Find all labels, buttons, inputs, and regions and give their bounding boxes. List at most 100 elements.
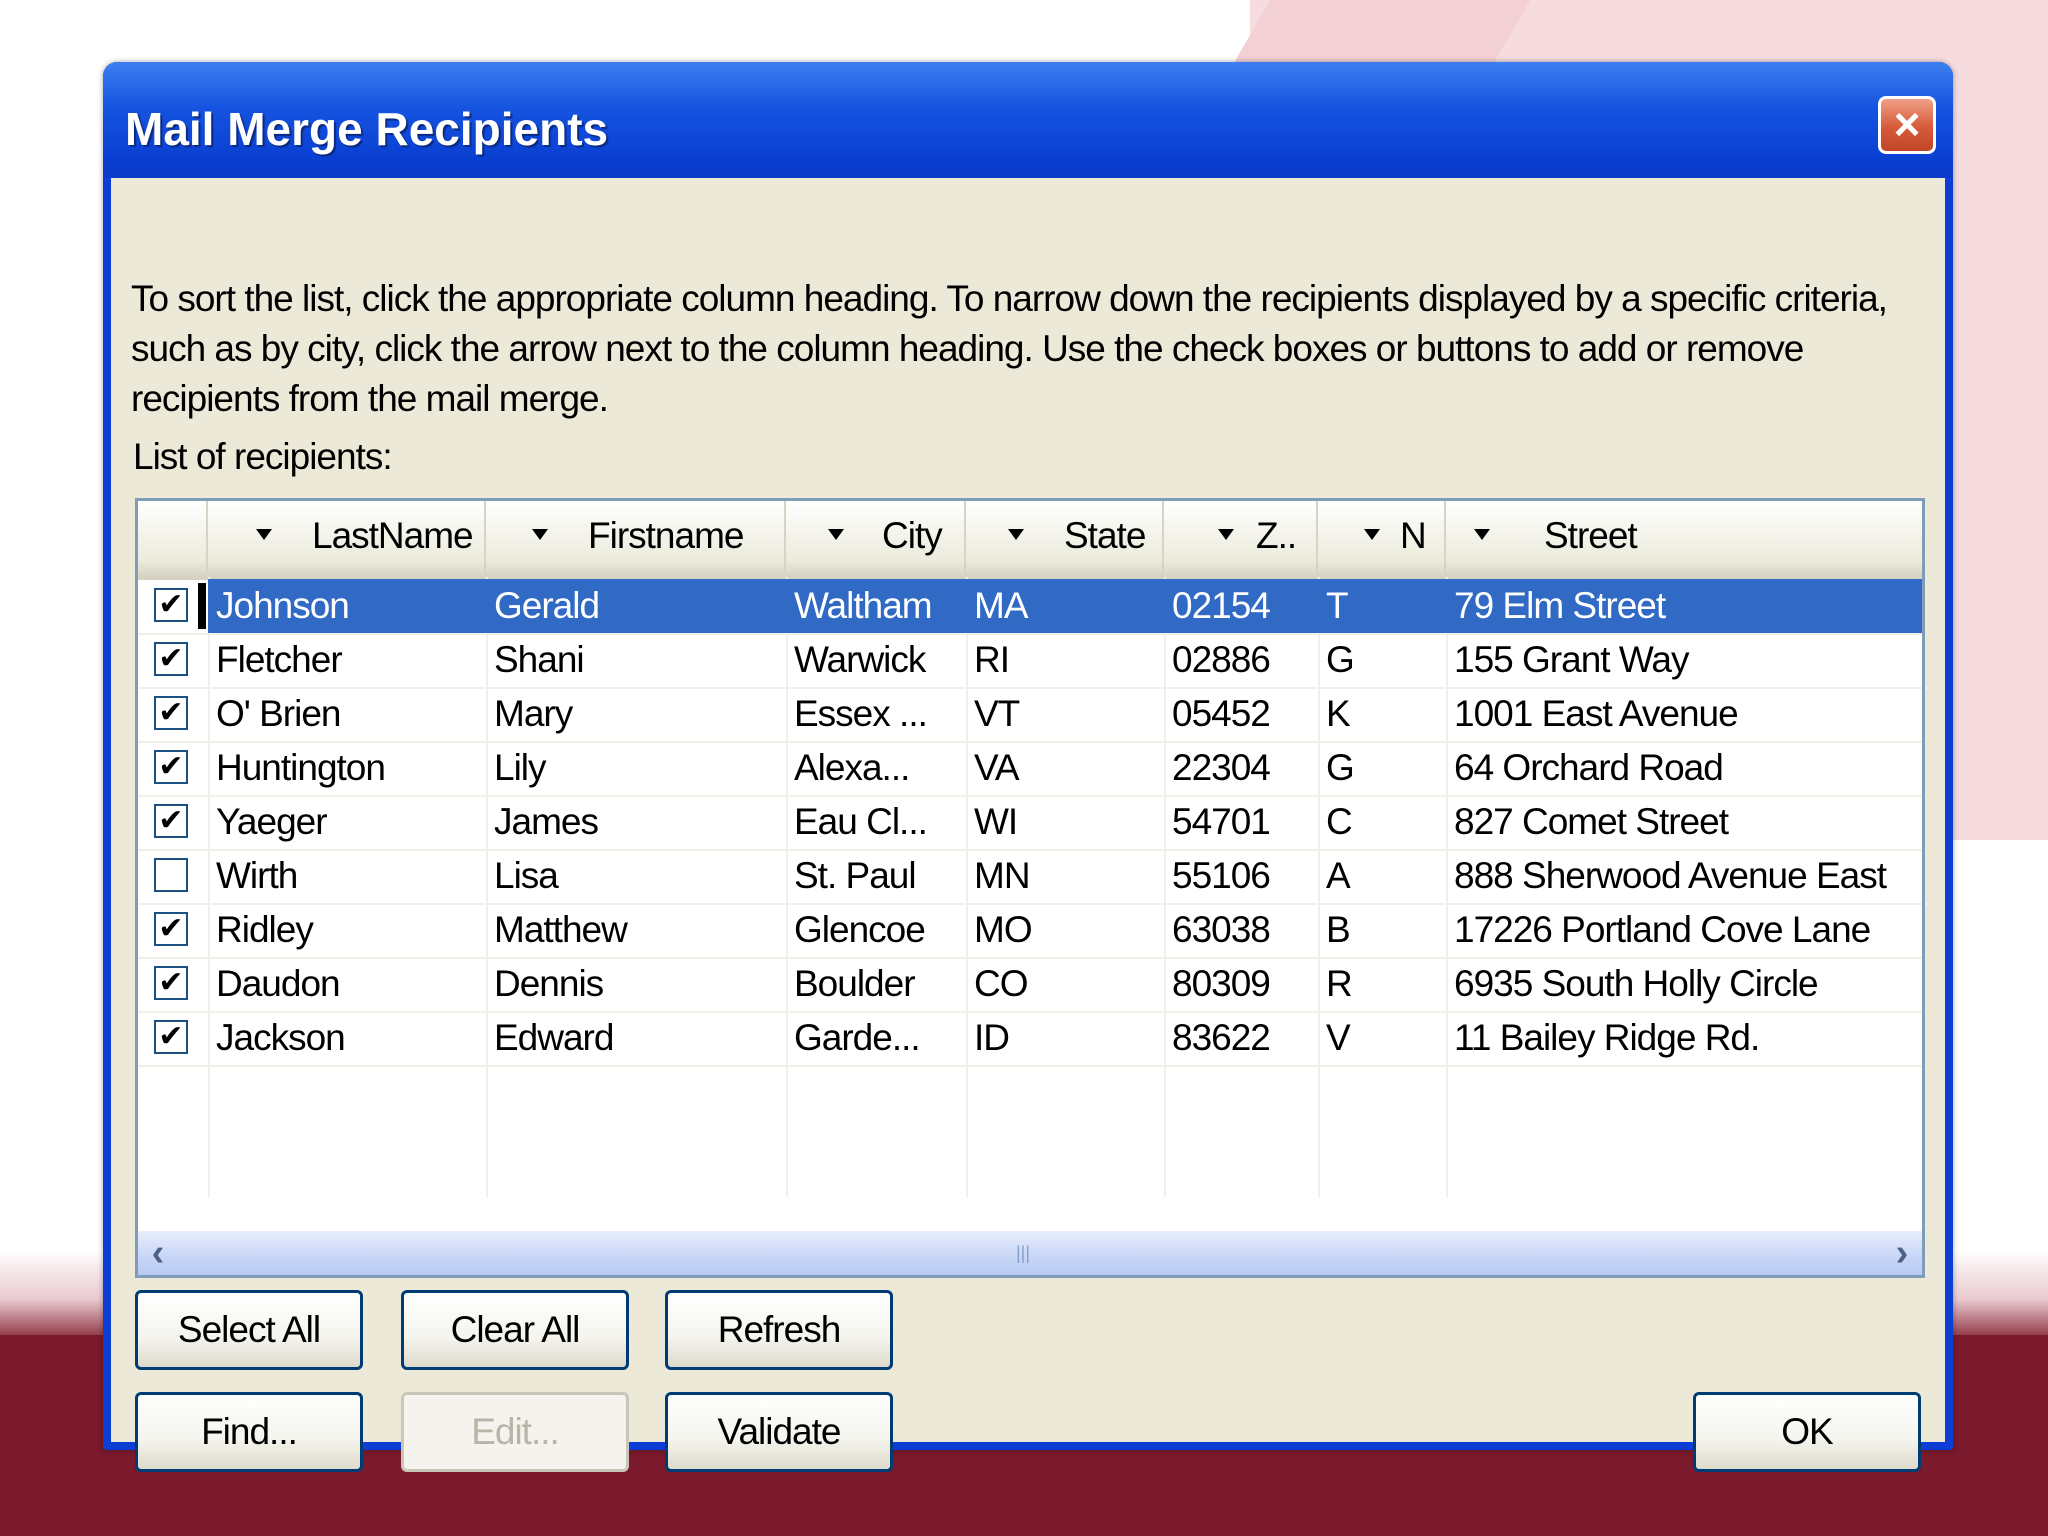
row-cells: O' Brien Mary Essex ... VT 05452 K 1001 East A… xyxy=(208,687,1922,741)
row-cells: Jackson Edward Garde... ID 83622 V 11 Bailey R… xyxy=(208,1011,1922,1065)
recipient-checkbox[interactable] xyxy=(154,858,188,892)
row-cells: Wirth Lisa St. Paul MN 55106 A 888 Sherwood Av… xyxy=(208,849,1922,903)
header-zip[interactable]: Z.. xyxy=(1164,501,1318,577)
slide-decoration-stripe xyxy=(1229,0,1531,70)
cell-lastname: Fletcher xyxy=(216,639,343,680)
cell-firstname: Gerald xyxy=(494,585,600,626)
cell-city: Alexa... xyxy=(794,747,910,788)
filter-arrow-icon[interactable] xyxy=(256,529,272,540)
find-button[interactable]: Find... xyxy=(135,1392,363,1472)
recipient-row[interactable]: ✔ Ridley Matthew Glencoe MO 63038 B 17226 Portl… xyxy=(138,903,1922,959)
filter-arrow-icon[interactable] xyxy=(1008,529,1024,540)
focus-indicator xyxy=(198,583,206,629)
recipient-checkbox[interactable]: ✔ xyxy=(154,966,188,1000)
cell-state: MO xyxy=(974,909,1033,950)
cell-state: VT xyxy=(974,693,1020,734)
cell-firstname: Shani xyxy=(494,639,585,680)
recipient-row[interactable]: ✔ Yaeger James Eau Cl... WI 54701 C 827 Comet S… xyxy=(138,795,1922,851)
recipient-checkbox[interactable]: ✔ xyxy=(154,912,188,946)
scroll-right-icon[interactable]: › xyxy=(1882,1231,1922,1275)
recipient-checkbox[interactable]: ✔ xyxy=(154,588,188,622)
instructions-line-1: To sort the list, click the appropriate … xyxy=(131,278,1888,319)
filter-arrow-icon[interactable] xyxy=(1218,529,1234,540)
refresh-button[interactable]: Refresh xyxy=(665,1290,893,1370)
scroll-left-icon[interactable]: ‹ xyxy=(138,1231,178,1275)
recipient-checkbox[interactable]: ✔ xyxy=(154,696,188,730)
validate-button[interactable]: Validate xyxy=(665,1392,893,1472)
recipient-checkbox[interactable]: ✔ xyxy=(154,642,188,676)
header-n[interactable]: N xyxy=(1318,501,1446,577)
cell-zip: 83622 xyxy=(1172,1017,1271,1058)
row-cells: Daudon Dennis Boulder CO 80309 R 6935 South Ho… xyxy=(208,957,1922,1011)
cell-lastname: Yaeger xyxy=(216,801,328,842)
cell-lastname: Jackson xyxy=(216,1017,346,1058)
header-label: LastName xyxy=(312,515,474,556)
recipient-row[interactable]: ✔ Daudon Dennis Boulder CO 80309 R 6935 South H… xyxy=(138,957,1922,1013)
recipient-row[interactable]: ✔ Johnson Gerald Waltham MA 02154 T 79 Elm Stre… xyxy=(138,579,1922,635)
recipient-row[interactable]: Wirth Lisa St. Paul MN 55106 A 888 Sherwood Av… xyxy=(138,849,1922,905)
cell-n: A xyxy=(1326,855,1351,896)
cell-city: Boulder xyxy=(794,963,916,1004)
cell-n: K xyxy=(1326,693,1351,734)
cell-street: 17226 Portland Cove Lane xyxy=(1454,909,1871,950)
recipient-checkbox[interactable]: ✔ xyxy=(154,804,188,838)
cell-state: MN xyxy=(974,855,1031,896)
header-city[interactable]: City xyxy=(786,501,966,577)
cell-street: 6935 South Holly Circle xyxy=(1454,963,1819,1004)
cell-state: CO xyxy=(974,963,1028,1004)
filter-arrow-icon[interactable] xyxy=(532,529,548,540)
recipient-checkbox[interactable]: ✔ xyxy=(154,750,188,784)
cell-firstname: Lisa xyxy=(494,855,559,896)
header-state[interactable]: State xyxy=(966,501,1164,577)
cell-state: WI xyxy=(974,801,1018,842)
recipients-list[interactable]: LastName Firstname City State Z.. N Stre… xyxy=(135,498,1925,1278)
cell-city: Eau Cl... xyxy=(794,801,928,842)
recipient-row[interactable]: ✔ Fletcher Shani Warwick RI 02886 G 155 Grant W… xyxy=(138,633,1922,689)
cell-n: B xyxy=(1326,909,1351,950)
cell-lastname: Huntington xyxy=(216,747,386,788)
instructions-text: To sort the list, click the appropriate … xyxy=(131,274,1931,424)
cell-n: R xyxy=(1326,963,1353,1004)
cell-lastname: Wirth xyxy=(216,855,298,896)
select-all-button[interactable]: Select All xyxy=(135,1290,363,1370)
header-firstname[interactable]: Firstname xyxy=(486,501,786,577)
header-checkbox-column xyxy=(138,501,208,577)
instructions-line-2: such as by city, click the arrow next to… xyxy=(131,328,1804,369)
cell-street: 827 Comet Street xyxy=(1454,801,1729,842)
recipient-row[interactable]: ✔ Huntington Lily Alexa... VA 22304 G 64 Orchar… xyxy=(138,741,1922,797)
close-button[interactable]: × xyxy=(1878,96,1936,154)
horizontal-scrollbar[interactable]: ‹ ||| › xyxy=(138,1231,1922,1275)
filter-arrow-icon[interactable] xyxy=(1474,529,1490,540)
cell-city: St. Paul xyxy=(794,855,917,896)
filter-arrow-icon[interactable] xyxy=(1364,529,1380,540)
cell-lastname: O' Brien xyxy=(216,693,341,734)
header-street[interactable]: Street xyxy=(1446,501,1922,577)
header-label: N xyxy=(1400,515,1427,556)
header-label: Firstname xyxy=(588,515,744,556)
row-cells: Yaeger James Eau Cl... WI 54701 C 827 Comet St… xyxy=(208,795,1922,849)
cell-street: 888 Sherwood Avenue East xyxy=(1454,855,1887,896)
cell-city: Warwick xyxy=(794,639,926,680)
cell-street: 11 Bailey Ridge Rd. xyxy=(1454,1017,1760,1058)
header-lastname[interactable]: LastName xyxy=(208,501,486,577)
clear-all-button[interactable]: Clear All xyxy=(401,1290,629,1370)
recipient-row[interactable]: ✔ Jackson Edward Garde... ID 83622 V 11 Bailey … xyxy=(138,1011,1922,1067)
filter-arrow-icon[interactable] xyxy=(828,529,844,540)
ok-button[interactable]: OK xyxy=(1693,1392,1921,1472)
row-cells: Fletcher Shani Warwick RI 02886 G 155 Grant Wa… xyxy=(208,633,1922,687)
cell-city: Glencoe xyxy=(794,909,926,950)
recipient-checkbox[interactable]: ✔ xyxy=(154,1020,188,1054)
cell-n: G xyxy=(1326,639,1355,680)
cell-firstname: Dennis xyxy=(494,963,604,1004)
cell-n: C xyxy=(1326,801,1353,842)
recipient-row[interactable]: ✔ O' Brien Mary Essex ... VT 05452 K 1001 East … xyxy=(138,687,1922,743)
scroll-thumb-grip-icon[interactable]: ||| xyxy=(1016,1243,1036,1263)
cell-zip: 63038 xyxy=(1172,909,1271,950)
cell-n: T xyxy=(1326,585,1349,626)
cell-zip: 02154 xyxy=(1172,585,1271,626)
cell-n: V xyxy=(1326,1017,1351,1058)
row-cells: Ridley Matthew Glencoe MO 63038 B 17226 Portla… xyxy=(208,903,1922,957)
list-of-recipients-label: List of recipients: xyxy=(133,436,393,477)
cell-lastname: Ridley xyxy=(216,909,314,950)
cell-state: VA xyxy=(974,747,1020,788)
